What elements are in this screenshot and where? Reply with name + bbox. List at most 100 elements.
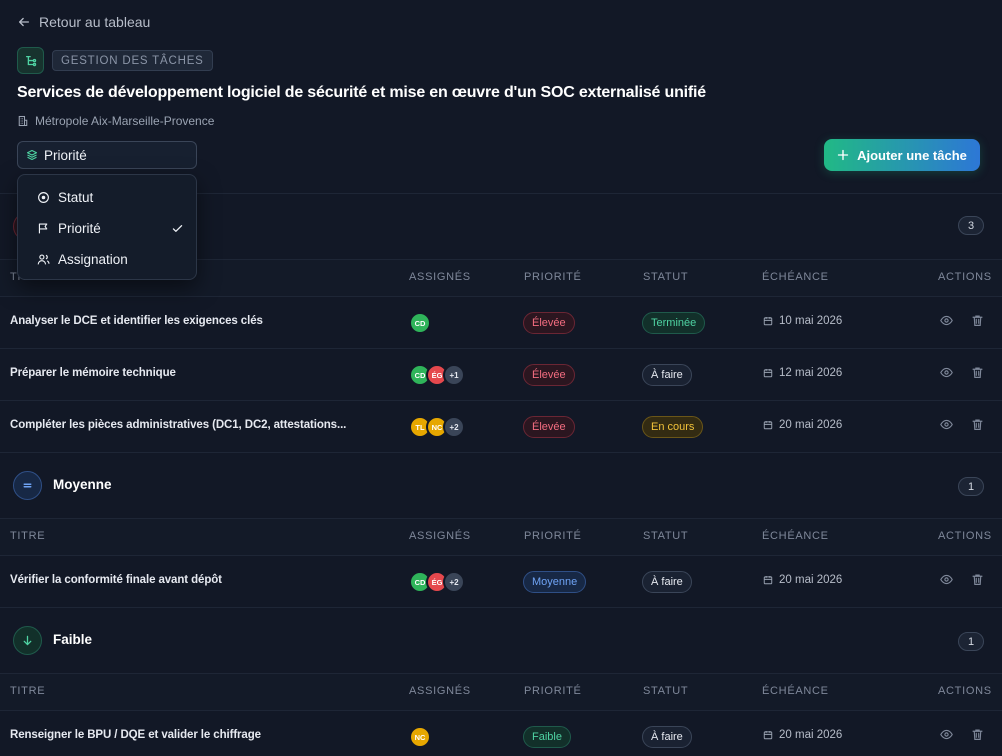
group-label: Moyenne <box>53 477 112 492</box>
priority-badge: Élevée <box>523 364 575 386</box>
status-badge[interactable]: Terminée <box>642 312 706 334</box>
status-badge[interactable]: À faire <box>642 364 692 386</box>
trash-icon[interactable] <box>971 573 984 586</box>
col-due: ÉCHÉANCE <box>762 685 829 697</box>
table-row[interactable]: Vérifier la conformité finale avant dépô… <box>0 556 1002 608</box>
check-icon <box>172 225 183 232</box>
group-count: 1 <box>958 477 984 496</box>
dropdown-item-status[interactable]: Statut <box>18 182 196 213</box>
col-priority: PRIORITÉ <box>524 530 582 542</box>
view-icon[interactable] <box>940 728 953 741</box>
group-header-medium[interactable]: Moyenne 1 <box>0 453 1002 519</box>
group-by-select[interactable]: Priorité <box>17 141 197 169</box>
avatar[interactable]: NC <box>409 726 431 748</box>
view-icon[interactable] <box>940 314 953 327</box>
dropdown-item-label: Priorité <box>58 221 101 236</box>
trash-icon[interactable] <box>971 314 984 327</box>
group-by-value: Priorité <box>44 147 87 163</box>
group-header-low[interactable]: Faible 1 <box>0 608 1002 674</box>
task-title[interactable]: Compléter les pièces administratives (DC… <box>10 419 346 431</box>
col-status: STATUT <box>643 685 689 697</box>
plus-icon <box>837 149 849 161</box>
col-assignees: ASSIGNÉS <box>409 685 471 697</box>
due-date: 20 mai 2026 <box>763 419 842 431</box>
section-tag-badge: GESTION DES TÂCHES <box>52 50 213 71</box>
row-actions <box>940 366 984 379</box>
row-actions <box>940 728 984 741</box>
due-date: 12 mai 2026 <box>763 367 842 379</box>
task-title[interactable]: Analyser le DCE et identifier les exigen… <box>10 315 263 327</box>
assignee-avatars[interactable]: CD <box>409 312 431 334</box>
assignee-avatars[interactable]: CD ÉG +2 <box>409 571 465 593</box>
col-status: STATUT <box>643 271 689 283</box>
trash-icon[interactable] <box>971 728 984 741</box>
task-title[interactable]: Préparer le mémoire technique <box>10 367 176 379</box>
trash-icon[interactable] <box>971 366 984 379</box>
task-tree-icon <box>17 47 44 74</box>
table-row[interactable]: Compléter les pièces administratives (DC… <box>0 401 1002 453</box>
page-title: Services de développement logiciel de sé… <box>17 84 706 101</box>
view-icon[interactable] <box>940 573 953 586</box>
trash-icon[interactable] <box>971 418 984 431</box>
dropdown-item-priority[interactable]: Priorité <box>18 213 196 244</box>
col-priority: PRIORITÉ <box>524 271 582 283</box>
due-date: 20 mai 2026 <box>763 729 842 741</box>
add-task-button[interactable]: Ajouter une tâche <box>824 139 980 171</box>
more-assignees-badge[interactable]: +1 <box>443 364 465 386</box>
calendar-icon <box>763 316 773 326</box>
users-icon <box>37 254 50 265</box>
due-date: 10 mai 2026 <box>763 315 842 327</box>
priority-badge: Moyenne <box>523 571 587 593</box>
building-icon <box>18 115 28 127</box>
view-icon[interactable] <box>940 366 953 379</box>
table-row[interactable]: Analyser le DCE et identifier les exigen… <box>0 297 1002 349</box>
status-badge[interactable]: En cours <box>642 416 704 438</box>
priority-badge: Élevée <box>523 416 575 438</box>
priority-badge: Faible <box>523 726 571 748</box>
back-to-board-link[interactable]: Retour au tableau <box>17 14 150 30</box>
calendar-icon <box>763 730 773 740</box>
arrow-down-icon <box>13 626 42 655</box>
more-assignees-badge[interactable]: +2 <box>443 571 465 593</box>
layers-icon <box>26 149 38 161</box>
col-assignees: ASSIGNÉS <box>409 530 471 542</box>
row-actions <box>940 573 984 586</box>
table-row[interactable]: Préparer le mémoire technique CD ÉG +1 É… <box>0 349 1002 401</box>
task-title[interactable]: Renseigner le BPU / DQE et valider le ch… <box>10 729 261 741</box>
status-badge[interactable]: À faire <box>642 726 692 748</box>
section-tag-row: GESTION DES TÂCHES <box>17 47 213 74</box>
col-actions: ACTIONS <box>938 530 992 542</box>
status-badge[interactable]: À faire <box>642 571 692 593</box>
col-priority: PRIORITÉ <box>524 685 582 697</box>
flag-icon <box>38 223 48 234</box>
due-date-label: 20 mai 2026 <box>779 419 843 431</box>
due-date-label: 20 mai 2026 <box>779 729 843 741</box>
table-row[interactable]: Renseigner le BPU / DQE et valider le ch… <box>0 711 1002 756</box>
due-date-label: 10 mai 2026 <box>779 315 843 327</box>
row-actions <box>940 418 984 431</box>
view-icon[interactable] <box>940 418 953 431</box>
col-actions: ACTIONS <box>938 271 992 283</box>
col-due: ÉCHÉANCE <box>762 530 829 542</box>
assignee-avatars[interactable]: TL NC +2 <box>409 416 465 438</box>
assignee-avatars[interactable]: CD ÉG +1 <box>409 364 465 386</box>
table-header-medium: TITRE ASSIGNÉS PRIORITÉ STATUT ÉCHÉANCE … <box>0 519 1002 556</box>
arrow-left-icon <box>18 17 30 27</box>
group-count: 1 <box>958 632 984 651</box>
location-label: Métropole Aix-Marseille-Provence <box>35 114 215 128</box>
group-count-high: 3 <box>958 216 984 235</box>
avatar[interactable]: CD <box>409 312 431 334</box>
task-title[interactable]: Vérifier la conformité finale avant dépô… <box>10 574 222 586</box>
dropdown-item-assignment[interactable]: Assignation <box>18 244 196 275</box>
priority-badge: Élevée <box>523 312 575 334</box>
due-date-label: 12 mai 2026 <box>779 367 843 379</box>
due-date-label: 20 mai 2026 <box>779 574 843 586</box>
group-label: Faible <box>53 632 93 647</box>
more-assignees-badge[interactable]: +2 <box>443 416 465 438</box>
col-due: ÉCHÉANCE <box>762 271 829 283</box>
assignee-avatars[interactable]: NC <box>409 726 431 748</box>
col-actions: ACTIONS <box>938 685 992 697</box>
col-assignees: ASSIGNÉS <box>409 271 471 283</box>
location: Métropole Aix-Marseille-Provence <box>17 114 214 128</box>
add-task-label: Ajouter une tâche <box>857 147 967 163</box>
